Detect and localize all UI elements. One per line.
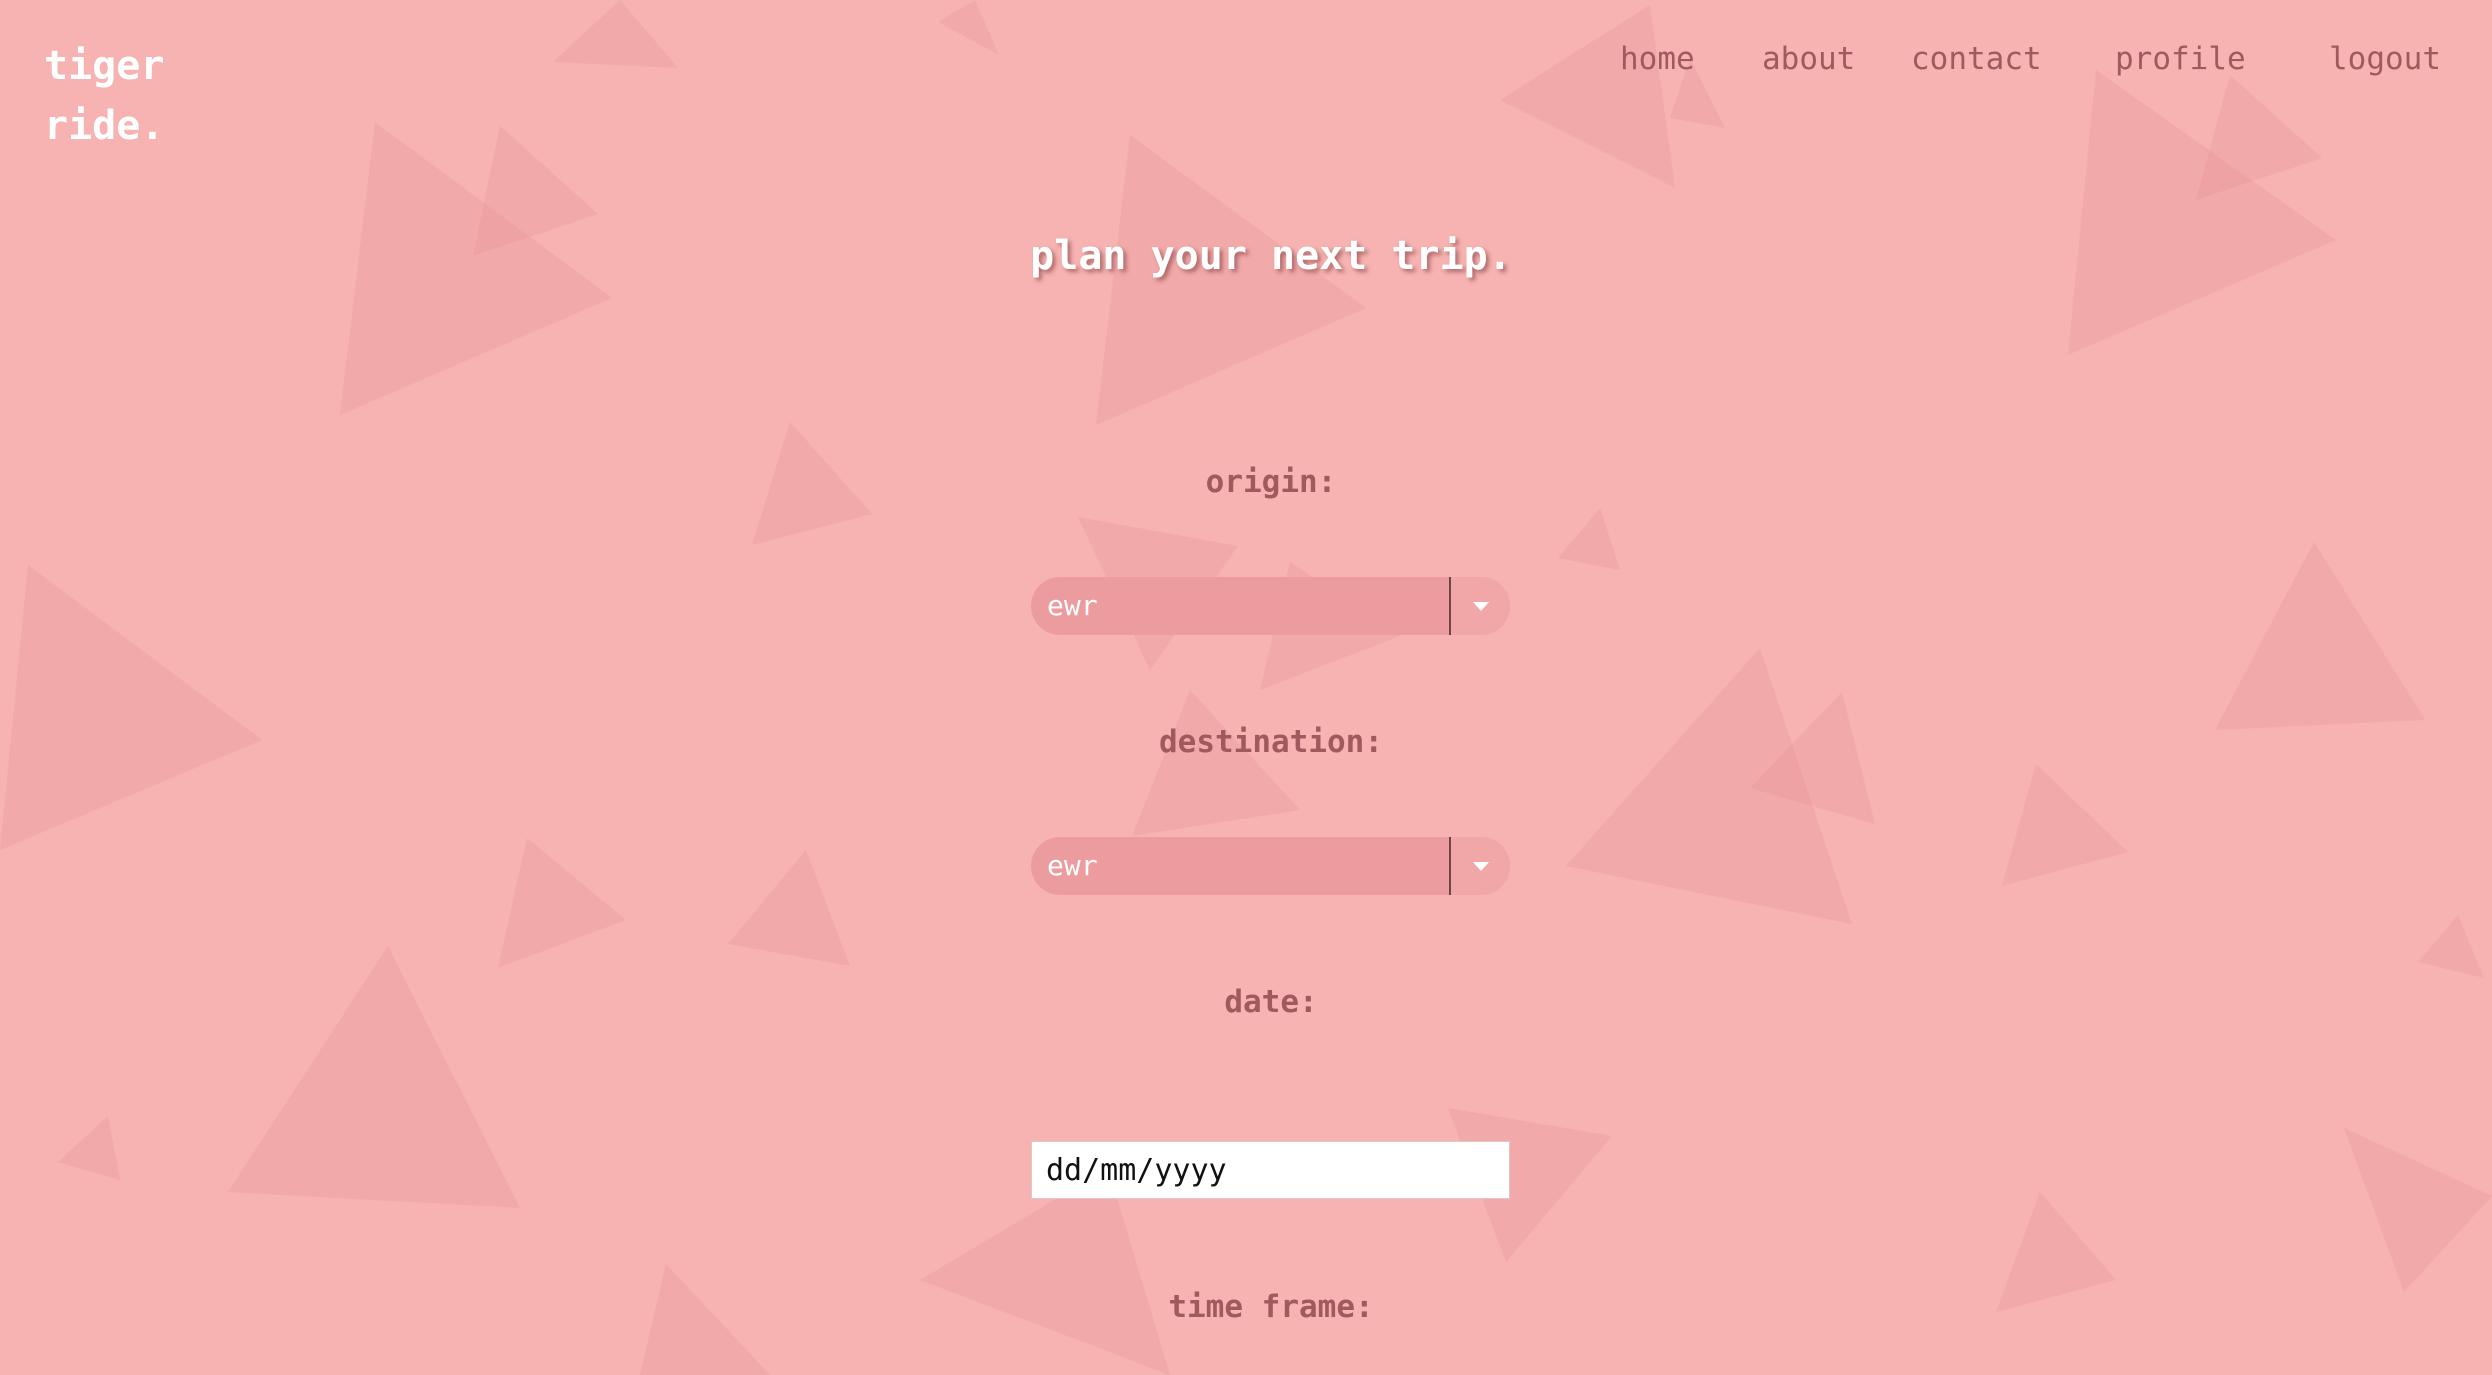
chevron-down-icon	[1473, 602, 1489, 611]
date-label: date:	[1224, 984, 1318, 1020]
time-frame-label: time frame:	[1168, 1289, 1374, 1325]
destination-select[interactable]: ewr	[1031, 837, 1510, 895]
chevron-down-icon	[1473, 862, 1489, 871]
trip-planner: plan your next trip. origin: ewr destina…	[0, 0, 2492, 1375]
destination-label: destination:	[1159, 724, 1383, 760]
destination-select-value: ewr	[1047, 849, 1098, 882]
origin-select[interactable]: ewr	[1031, 577, 1510, 635]
origin-label: origin:	[1205, 464, 1337, 500]
destination-select-arrow[interactable]	[1451, 837, 1510, 895]
origin-select-arrow[interactable]	[1451, 577, 1510, 635]
date-input[interactable]	[1031, 1141, 1510, 1199]
origin-select-value: ewr	[1047, 589, 1098, 622]
page-title: plan your next trip.	[1030, 233, 1512, 279]
